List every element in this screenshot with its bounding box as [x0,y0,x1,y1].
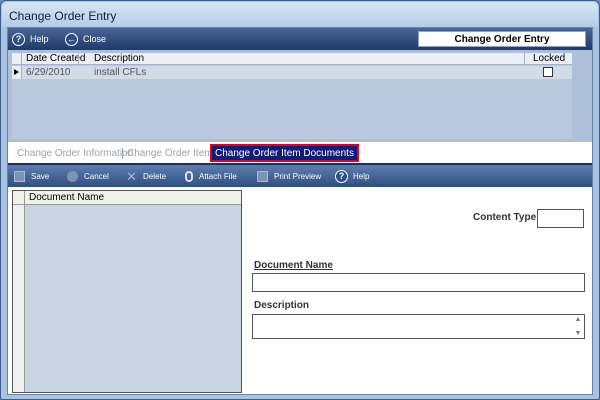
table-row[interactable]: 6/29/2010 install CFLs [12,66,572,79]
tab-change-order-items[interactable]: Change Order Items [127,148,218,159]
close-label: Close [83,34,107,44]
help-button[interactable]: ? Help [12,31,49,47]
save-button[interactable]: Save [14,168,49,184]
tab-strip: Change Order Information Change Order It… [8,143,592,165]
tab-divider [122,148,123,159]
description-label: Description [254,300,310,311]
doc-help-label: Help [353,171,370,181]
help-icon: ? [335,169,348,183]
paperclip-icon [185,170,193,182]
change-orders-grid: Date Created Description Locked 6/29/201… [12,53,572,139]
row-selector-gutter [13,191,25,392]
current-row-arrow-icon [14,69,19,75]
content-type-field[interactable] [537,209,584,228]
document-name-label: Document Name [254,260,333,271]
window-content: ? Help ← Close Change Order Entry Date C… [7,27,593,395]
column-header-description[interactable]: Description [94,53,144,64]
attach-file-label: Attach File [199,171,237,181]
window-title: Change Order Entry [9,9,117,23]
description-field[interactable]: ▲ ▼ [252,314,585,339]
column-header-locked[interactable]: Locked [533,53,565,64]
back-arrow-icon: ← [65,32,78,46]
help-label: Help [30,34,49,44]
grid-corner [12,53,22,65]
main-toolbar: ? Help ← Close Change Order Entry [8,28,592,50]
column-divider [524,53,525,65]
grid-header: Date Created Description Locked [12,53,572,65]
document-name-field[interactable] [252,273,585,292]
print-preview-icon [257,170,268,182]
scroll-down-arrow-icon[interactable]: ▼ [573,330,583,337]
cancel-label: Cancel [84,171,109,181]
change-orders-grid-area: Date Created Description Locked 6/29/201… [8,50,592,142]
save-label: Save [31,171,50,181]
document-form: Content Type Document Name Description ▲… [246,190,592,393]
cell-description: install CFLs [94,67,147,78]
scroll-up-arrow-icon[interactable]: ▲ [573,316,583,323]
cell-locked-checkbox[interactable] [543,67,553,77]
column-divider [78,53,79,65]
documents-list[interactable]: Document Name [12,190,242,393]
row-selector[interactable] [12,66,22,79]
close-button[interactable]: ← Close [65,31,106,47]
attach-file-button[interactable]: Attach File [185,168,237,184]
doc-help-button[interactable]: ? Help [335,168,369,184]
panel-title: Change Order Entry [418,31,586,47]
print-preview-label: Print Preview [274,171,322,181]
cancel-button[interactable]: Cancel [67,168,109,184]
content-type-label: Content Type [473,212,537,223]
change-order-window: Change Order Entry ? Help ← Close Change… [0,0,600,400]
column-header-document-name[interactable]: Document Name [25,191,241,205]
grid-corner [13,191,25,205]
tab-change-order-item-documents[interactable]: Change Order Item Documents [210,144,359,162]
column-header-date-created[interactable]: Date Created [26,53,85,64]
save-icon [14,170,25,182]
cancel-icon [67,170,78,182]
delete-x-icon: ✕ [126,168,137,184]
cell-date-created: 6/29/2010 [26,67,71,78]
tab-change-order-information[interactable]: Change Order Information [17,148,133,159]
print-preview-button[interactable]: Print Preview [257,168,321,184]
help-icon: ? [12,32,25,46]
delete-label: Delete [143,171,167,181]
delete-button[interactable]: ✕ Delete [126,168,166,184]
document-toolbar: Save Cancel ✕ Delete Attach File Print P… [8,165,592,187]
title-bar[interactable]: Change Order Entry [2,2,598,27]
